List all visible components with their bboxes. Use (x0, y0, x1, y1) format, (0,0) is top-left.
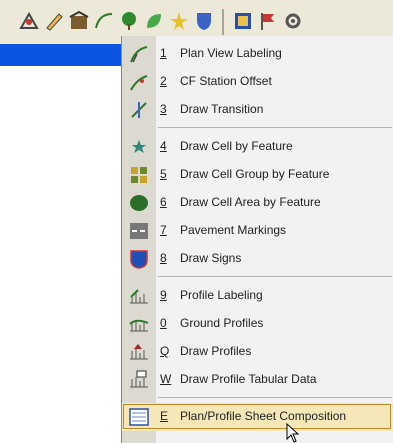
profile-labeling-icon (130, 289, 148, 304)
menu-label: Plan/Profile Sheet Composition (180, 409, 347, 423)
menu-accel: Q (160, 344, 170, 358)
menu-item-draw-signs[interactable]: 8 Draw Signs (122, 245, 393, 273)
menu-accel: 4 (160, 139, 167, 153)
menu-accel: 7 (160, 223, 167, 237)
menu-label: Plan View Labeling (180, 46, 282, 60)
menu-label: Draw Transition (180, 102, 264, 116)
menu-item-draw-cell-area-by-feature[interactable]: 6 Draw Cell Area by Feature (122, 189, 393, 217)
pavement-markings-icon (130, 223, 148, 239)
menu-label: Pavement Markings (180, 223, 287, 237)
menu-accel: 3 (160, 102, 167, 116)
menu-label: Draw Profile Tabular Data (180, 372, 317, 386)
menu-item-draw-transition[interactable]: 3 Draw Transition (122, 96, 393, 124)
window-title-bar (0, 44, 126, 66)
dropdown-menu: 1 Plan View Labeling 2 CF Station Offset… (121, 36, 393, 443)
menu-item-pavement-markings[interactable]: 7 Pavement Markings (122, 217, 393, 245)
menu-separator (158, 276, 392, 277)
tree-tool-icon[interactable] (118, 10, 140, 32)
menu-accel: 2 (160, 74, 167, 88)
pencil-tool-icon[interactable] (43, 10, 65, 32)
sheet-composition-icon (129, 408, 149, 426)
menu-accel: 5 (160, 167, 167, 181)
flag-tool-icon[interactable] (257, 10, 279, 32)
cell-feature-icon (132, 140, 146, 153)
menu-item-profile-labeling[interactable]: 9 Profile Labeling (122, 282, 393, 310)
menu-accel: 6 (160, 195, 167, 209)
menu-label: Profile Labeling (180, 288, 263, 302)
menu-separator (158, 127, 392, 128)
survey-tool-icon[interactable] (18, 10, 40, 32)
menu-label: Draw Signs (180, 251, 242, 265)
draw-profiles-icon (130, 344, 148, 360)
tabular-data-icon (130, 370, 148, 388)
menu-accel: W (160, 372, 172, 386)
menu-separator (158, 397, 392, 398)
menu-item-draw-cell-by-feature[interactable]: 4 Draw Cell by Feature (122, 133, 393, 161)
menu-item-plan-view-labeling[interactable]: 1 Plan View Labeling (122, 40, 393, 68)
star-tool-icon[interactable] (168, 10, 190, 32)
menu-accel: 8 (160, 251, 167, 265)
station-offset-icon (130, 75, 148, 91)
shield-tool-icon[interactable] (193, 10, 215, 32)
menu-accel: 1 (160, 46, 167, 60)
menu-label: Draw Cell Group by Feature (180, 167, 330, 181)
menu-label: Draw Profiles (180, 344, 252, 358)
menu-accel: 9 (160, 288, 167, 302)
menu-item-plan-profile-sheet-composition[interactable]: E Plan/Profile Sheet Composition (122, 403, 393, 431)
menu-label: Draw Cell by Feature (180, 139, 293, 153)
gear-tool-icon[interactable] (282, 10, 304, 32)
cell-area-icon (130, 195, 148, 211)
menu-item-draw-cell-group-by-feature[interactable]: 5 Draw Cell Group by Feature (122, 161, 393, 189)
menu-label: CF Station Offset (180, 74, 272, 88)
signs-icon (130, 250, 148, 269)
plan-labeling-icon (130, 46, 148, 63)
menu-label: Ground Profiles (180, 316, 264, 330)
sheet-tool-icon[interactable] (232, 10, 254, 32)
curve-tool-icon[interactable] (93, 10, 115, 32)
menu-label: Draw Cell Area by Feature (180, 195, 321, 209)
menu-item-draw-profile-tabular-data[interactable]: W Draw Profile Tabular Data (122, 366, 393, 394)
menu-item-cf-station-offset[interactable]: 2 CF Station Offset (122, 68, 393, 96)
transition-icon (131, 102, 147, 118)
cell-group-icon (131, 167, 147, 183)
ground-profiles-icon (129, 319, 149, 332)
leaf-tool-icon[interactable] (143, 10, 165, 32)
building-tool-icon[interactable] (68, 10, 90, 32)
toolbar-separator (222, 9, 224, 35)
menu-accel: E (160, 409, 169, 423)
menu-item-draw-profiles[interactable]: Q Draw Profiles (122, 338, 393, 366)
mouse-cursor-icon (286, 423, 300, 443)
menu-accel: 0 (160, 316, 167, 330)
menu-item-ground-profiles[interactable]: 0 Ground Profiles (122, 310, 393, 338)
